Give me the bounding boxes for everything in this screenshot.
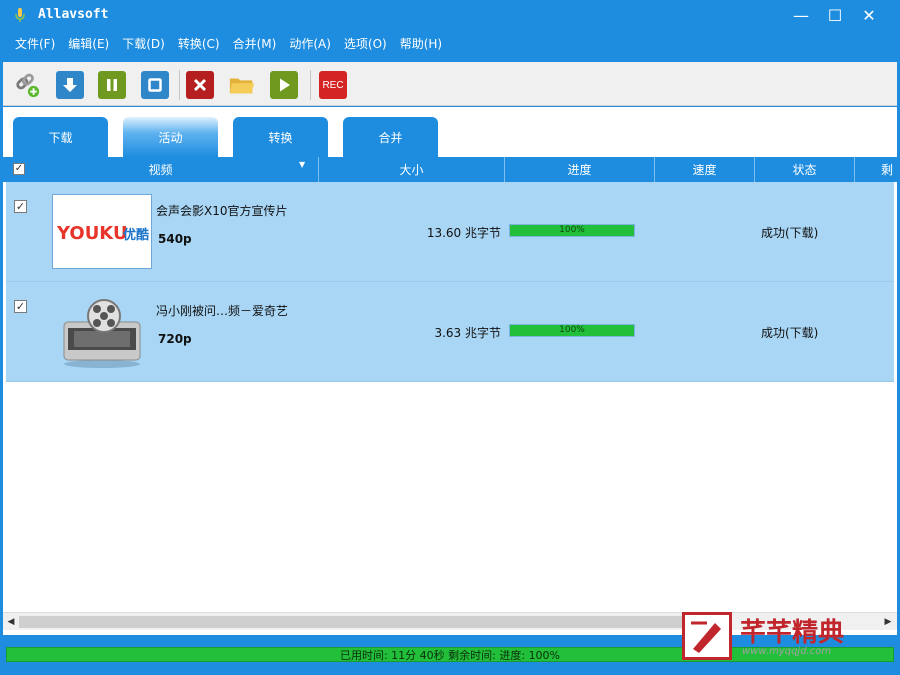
col-status[interactable]: 状态 [755,157,855,182]
open-folder-icon [229,78,255,94]
tab-convert[interactable]: 转换 [233,117,328,157]
download-button[interactable] [56,71,84,99]
pause-icon [107,79,117,91]
download-list: ✓ YOUKU 优酷 会声会影X10官方宣传片 540p 13.60 兆字节 1… [6,182,894,382]
col-video[interactable]: ✓ 视频 ▼ [3,157,319,182]
toolbar: REC [3,62,897,106]
menu-bar: 文件(F) 编辑(E) 下载(D) 转换(C) 合并(M) 动作(A) 选项(O… [0,30,900,56]
stop-button[interactable] [141,71,169,99]
video-thumbnail: YOUKU 优酷 [52,194,152,269]
record-button[interactable]: REC [319,71,347,99]
video-title: 冯小刚被问…频－爱奇艺 [156,304,289,318]
play-icon [280,78,290,92]
film-projector-icon [63,299,141,368]
minimize-button[interactable]: — [786,4,816,26]
pause-button[interactable] [98,71,126,99]
menu-download[interactable]: 下载(D) [122,35,165,52]
watermark-text: 芊芊精典 [740,618,845,648]
menu-help[interactable]: 帮助(H) [400,35,442,52]
toolbar-divider [310,70,311,100]
toolbar-divider [179,70,180,100]
record-icon: REC [322,79,344,91]
open-folder-button[interactable] [228,71,256,99]
column-header: ✓ 视频 ▼ 大小 进度 速度 状态 剩 [3,157,897,182]
video-title: 会声会影X10官方宣传片 [156,204,288,218]
scroll-thumb[interactable] [19,616,699,628]
delete-button[interactable] [186,71,214,99]
menu-merge[interactable]: 合并(M) [233,35,277,52]
col-size[interactable]: 大小 [319,157,505,182]
menu-file[interactable]: 文件(F) [15,35,55,52]
status-bar-text: 已用时间: 11分 40秒 剩余时间: 进度: 100% [339,648,561,662]
tab-download[interactable]: 下载 [13,117,108,157]
play-button[interactable] [270,71,298,99]
table-row[interactable]: ✓ YOUKU 优酷 会声会影X10官方宣传片 540p 13.60 兆字节 1… [6,182,894,282]
file-size: 13.60 兆字节 [426,226,501,240]
close-button[interactable]: ✕ [854,4,884,26]
watermark-logo-icon [682,612,732,660]
tab-strip: 下载 活动 转换 合并 [3,107,897,157]
paste-url-icon [16,73,40,98]
microphone-icon [15,8,25,22]
file-size: 3.63 兆字节 [434,326,501,340]
progress-bar: 100% [509,224,635,237]
menu-convert[interactable]: 转换(C) [178,35,220,52]
maximize-button[interactable]: ☐ [820,4,850,26]
svg-text:优酷: 优酷 [123,227,149,243]
menu-options[interactable]: 选项(O) [344,35,387,52]
video-quality: 720p [158,332,192,346]
video-quality: 540p [158,232,192,246]
progress-bar: 100% [509,324,635,337]
paste-url-button[interactable] [13,71,41,99]
menu-edit[interactable]: 编辑(E) [68,35,109,52]
table-row[interactable]: ✓ 冯小刚被问…频－爱奇艺 720p 3.63 兆字节 100% 成功(下载) [6,282,894,382]
col-progress[interactable]: 进度 [505,157,655,182]
progress-label: 100% [559,325,585,335]
video-thumbnail [52,294,152,369]
status-text: 成功(下载) [761,326,819,340]
download-icon [63,78,77,92]
scroll-right-icon[interactable]: ▶ [881,615,895,629]
row-checkbox[interactable]: ✓ [14,200,27,213]
stop-icon [148,78,162,92]
status-text: 成功(下载) [761,226,819,240]
scroll-left-icon[interactable]: ◀ [4,615,18,629]
col-speed[interactable]: 速度 [655,157,755,182]
tab-merge[interactable]: 合并 [343,117,438,157]
progress-label: 100% [559,225,585,235]
col-video-label: 视频 [148,163,173,177]
delete-icon [193,78,207,92]
sort-arrow-icon: ▼ [299,160,306,169]
menu-action[interactable]: 动作(A) [289,35,331,52]
title-bar: Allavsoft — ☐ ✕ [0,0,900,30]
row-checkbox[interactable]: ✓ [14,300,27,313]
watermark-url: www.myqqjd.com [742,646,832,657]
youku-logo: YOUKU 优酷 [56,223,149,244]
select-all-checkbox[interactable]: ✓ [13,163,25,175]
col-remaining[interactable]: 剩 [855,157,897,182]
svg-text:YOUKU: YOUKU [56,223,128,244]
app-window: Allavsoft — ☐ ✕ 文件(F) 编辑(E) 下载(D) 转换(C) … [0,0,900,675]
app-title: Allavsoft [38,7,109,22]
tab-active[interactable]: 活动 [123,117,218,157]
main-content: 下载 活动 转换 合并 ✓ 视频 ▼ 大小 进度 速度 状态 剩 ✓ YOUKU… [3,107,897,635]
watermark: 芊芊精典 www.myqqjd.com [682,612,867,662]
